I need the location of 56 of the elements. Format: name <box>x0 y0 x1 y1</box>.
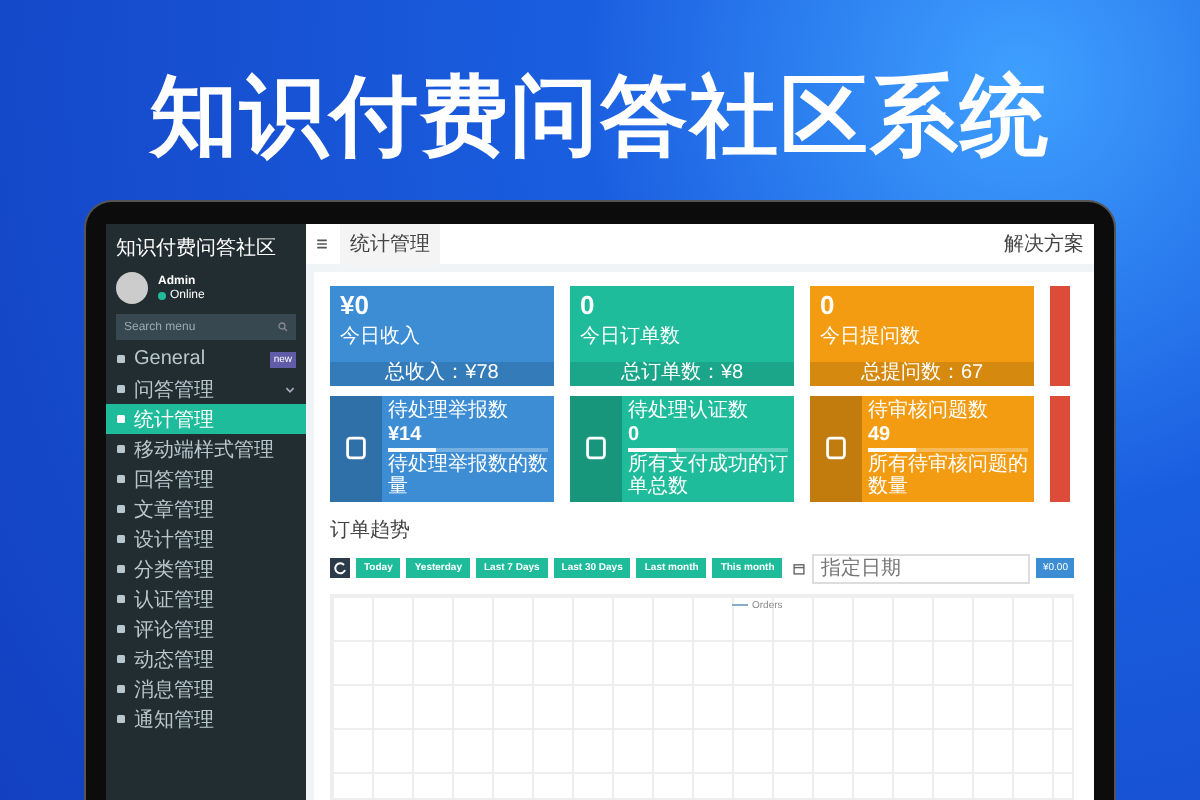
sidebar-item[interactable]: 分类管理 <box>106 554 306 584</box>
sidebar-item[interactable]: 动态管理 <box>106 644 306 674</box>
date-field[interactable]: 指定日期 <box>812 553 1031 583</box>
stat-value: ¥0 <box>340 290 371 320</box>
avatar-icon <box>116 272 148 304</box>
sidebar-item[interactable]: 消息管理 <box>106 674 306 704</box>
stat-label: 今日订单数 <box>580 323 682 350</box>
search-icon <box>278 322 288 332</box>
card-icon <box>582 434 610 463</box>
square-icon <box>116 534 126 544</box>
square-icon <box>116 714 126 724</box>
square-icon <box>116 624 126 634</box>
square-icon <box>116 384 126 394</box>
info-title: 待处理认证数 <box>628 400 750 422</box>
stat-label: 今日提问数 <box>820 324 922 350</box>
tab[interactable]: 统计管理 <box>340 224 440 266</box>
stat-value: 0 <box>820 290 837 320</box>
card-icon <box>342 434 370 463</box>
square-icon <box>116 444 126 454</box>
square-icon <box>116 474 126 484</box>
sidebar-item[interactable]: 评论管理 <box>106 614 306 644</box>
info-title: 待审核问题数 <box>868 400 990 422</box>
sidebar-item[interactable]: 问答管理 <box>106 374 306 404</box>
card-edge <box>1050 286 1070 386</box>
refresh-button[interactable] <box>330 558 350 578</box>
square-icon <box>116 504 126 514</box>
square-icon <box>116 414 126 424</box>
card-icon <box>822 434 850 463</box>
info-footer: 所有待审核问题的数量 <box>868 453 1028 497</box>
sidebar-item[interactable]: 通知管理 <box>106 704 306 734</box>
info-value: ¥14 <box>388 424 424 446</box>
sidebar-item[interactable]: 设计管理 <box>106 524 306 554</box>
sidebar-item[interactable]: 移动端样式管理 <box>106 434 306 464</box>
card-edge <box>1050 396 1070 501</box>
info-footer: 所有支付成功的订单总数 <box>628 453 788 497</box>
headline: 知识付费问答社区系统 <box>150 68 1050 168</box>
sidebar-item[interactable]: 文章管理 <box>106 494 306 524</box>
square-icon <box>116 654 126 664</box>
info-title: 待处理举报数 <box>388 400 510 422</box>
sidebar-item[interactable]: 回答管理 <box>106 464 306 494</box>
square-icon <box>116 354 126 364</box>
square-icon <box>116 594 126 604</box>
info-footer: 待处理举报数的数量 <box>388 453 548 497</box>
menu-icon[interactable] <box>316 238 328 250</box>
info-value: 49 <box>868 424 893 446</box>
calendar-icon <box>792 561 807 575</box>
stat-label: 今日收入 <box>340 323 422 350</box>
square-icon <box>116 684 126 694</box>
section-title: 订单趋势 <box>330 517 412 543</box>
header-link[interactable]: 解决方案 <box>1004 230 1084 258</box>
sidebar-item[interactable]: 认证管理 <box>106 584 306 614</box>
stat-value: 0 <box>580 290 597 320</box>
square-icon <box>116 564 126 574</box>
stat-footer[interactable]: 总收入：¥78 <box>330 362 554 386</box>
brand-title: 知识付费问答社区 <box>114 235 278 264</box>
info-value: 0 <box>628 424 642 446</box>
